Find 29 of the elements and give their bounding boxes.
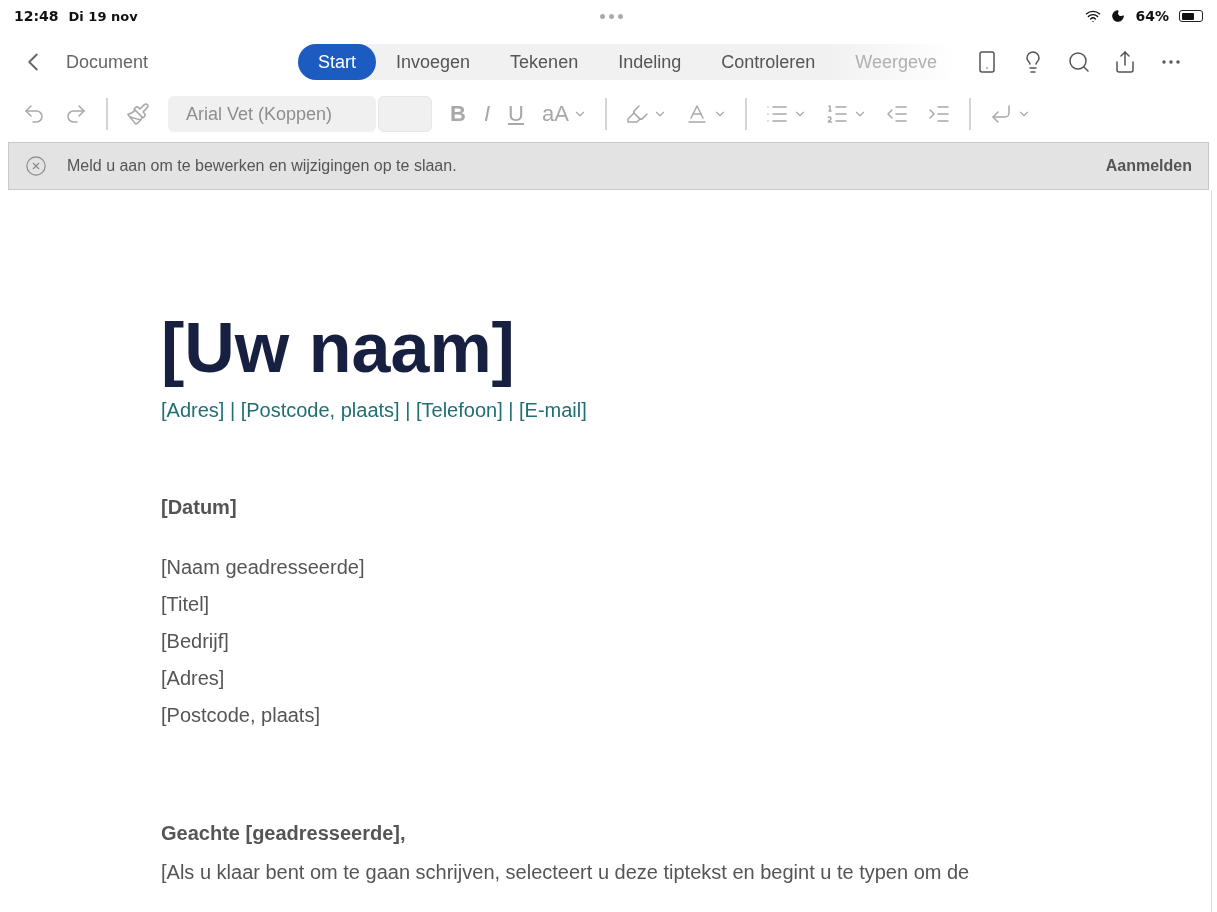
recipient-line: [Naam geadresseerde] bbox=[161, 555, 366, 580]
close-icon[interactable] bbox=[25, 155, 47, 177]
date-line: [Datum] bbox=[161, 496, 238, 519]
multitasking-dots-icon[interactable] bbox=[600, 13, 624, 19]
status-date: Di 19 nov bbox=[68, 8, 138, 24]
moon-icon bbox=[1111, 9, 1126, 23]
ribbon-tab[interactable]: Controleren bbox=[701, 44, 836, 80]
clock-time: 12:48 bbox=[14, 8, 59, 24]
recipient-line: [Adres] bbox=[161, 666, 226, 691]
sign-in-button[interactable]: Aanmelden bbox=[1105, 157, 1192, 175]
contact-line: [Adres] | [Postcode, plaats] | [Telefoon] | [E-mail] bbox=[161, 399, 588, 422]
recipient-line: [Bedrijf] bbox=[161, 629, 230, 654]
back-button[interactable]: Document bbox=[18, 47, 298, 77]
ribbon-tab[interactable]: Tekenen bbox=[490, 44, 599, 80]
battery-icon bbox=[1179, 10, 1203, 22]
ribbon-tab[interactable]: Start bbox=[298, 44, 376, 80]
share-icon[interactable] bbox=[1113, 50, 1137, 74]
recipient-line: [Postcode, plaats] bbox=[161, 703, 321, 728]
banner-message: Meld u aan om te bewerken en wijzigingen op te slaan. bbox=[67, 157, 458, 175]
body-text: [Als u klaar bent om te gaan schrijven, selecteert u deze tiptekst en begint u te typen om de bbox=[161, 861, 971, 884]
search-icon[interactable] bbox=[1067, 50, 1091, 74]
salutation: Geachte [geadresseerde], bbox=[161, 822, 407, 845]
wifi-icon bbox=[1085, 8, 1102, 24]
recipient-line: [Titel] bbox=[161, 592, 211, 617]
highlighter-icon bbox=[624, 102, 649, 126]
name-heading: [Uw naam] bbox=[161, 310, 516, 387]
ribbon-tab[interactable]: Invoegen bbox=[376, 44, 491, 80]
battery-percent: 64% bbox=[1135, 8, 1169, 24]
ribbon-tab[interactable]: Indeling bbox=[598, 44, 702, 80]
